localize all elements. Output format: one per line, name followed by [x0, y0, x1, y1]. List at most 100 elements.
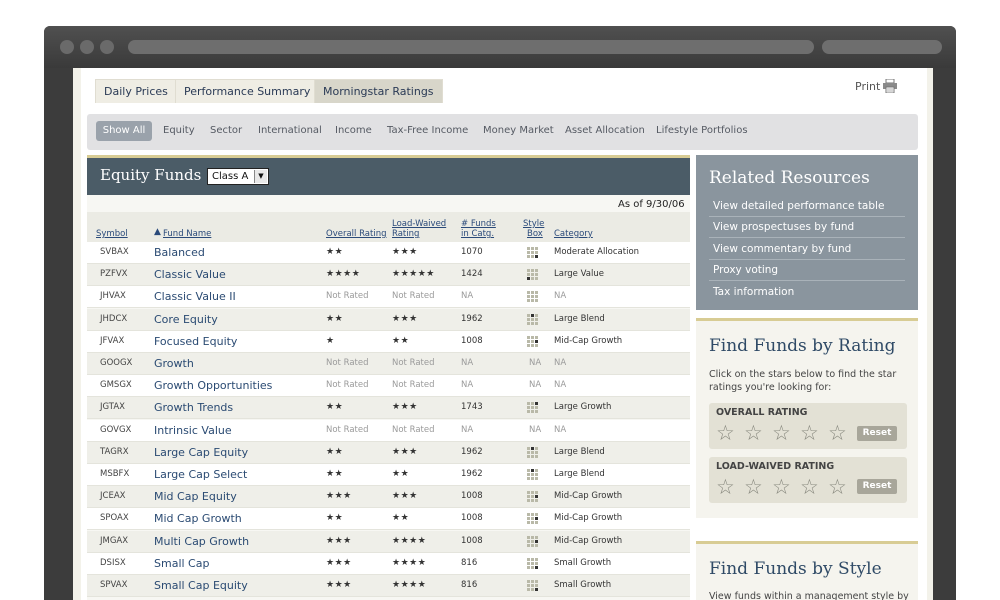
- subnav-sector[interactable]: Sector: [210, 125, 242, 136]
- printer-icon[interactable]: [882, 79, 898, 93]
- header-category[interactable]: Category: [554, 229, 593, 239]
- fund-name-link[interactable]: Multi Cap Growth: [154, 535, 249, 548]
- funds-in-category: NA: [461, 358, 474, 368]
- share-class-select[interactable]: Class A ▼: [207, 168, 269, 185]
- fund-name-link[interactable]: Classic Value: [154, 268, 226, 281]
- link-proxy-voting[interactable]: Proxy voting: [713, 264, 778, 276]
- load-waived-rating: Not Rated: [392, 380, 435, 391]
- link-tax-information[interactable]: Tax information: [713, 286, 794, 298]
- subnav-equity[interactable]: Equity: [163, 125, 195, 136]
- browser-search-bar[interactable]: [822, 40, 942, 54]
- fund-symbol: JGTAX: [100, 402, 125, 413]
- header-style[interactable]: Style: [523, 219, 544, 229]
- load-star-3-icon[interactable]: ☆: [772, 477, 791, 498]
- fund-category: NA: [554, 291, 567, 302]
- fund-name-link[interactable]: Mid Cap Growth: [154, 512, 242, 525]
- divider: [709, 259, 905, 260]
- overall-rating: ★★★: [326, 491, 352, 502]
- window-maximize-dot[interactable]: [100, 40, 114, 54]
- header-overall-rating[interactable]: Overall Rating: [326, 229, 386, 239]
- load-star-5-icon[interactable]: ☆: [828, 477, 847, 498]
- load-waived-rating: ★★★★: [392, 535, 427, 546]
- subnav-asset-allocation[interactable]: Asset Allocation: [565, 125, 645, 136]
- print-link[interactable]: Print: [855, 80, 880, 93]
- load-waived-rating: Not Rated: [392, 358, 435, 368]
- subnav-tax-free-income[interactable]: Tax-Free Income: [387, 125, 468, 136]
- header-load-waived-rating[interactable]: Rating: [392, 229, 419, 239]
- load-star-2-icon[interactable]: ☆: [744, 477, 763, 498]
- fund-symbol: SVBAX: [100, 247, 129, 257]
- divider: [709, 280, 905, 281]
- fund-name-link[interactable]: Core Equity: [154, 313, 218, 326]
- overall-star-4-icon[interactable]: ☆: [800, 423, 819, 444]
- fund-name-link[interactable]: Large Cap Equity: [154, 446, 248, 459]
- overall-reset-button[interactable]: Reset: [857, 426, 897, 441]
- header-box[interactable]: Box: [527, 229, 543, 239]
- subnav-lifestyle-portfolios[interactable]: Lifestyle Portfolios: [656, 125, 748, 136]
- header-load-waived[interactable]: Load-Waived: [392, 219, 446, 229]
- sort-asc-icon[interactable]: ▲: [154, 227, 161, 237]
- link-commentary[interactable]: View commentary by fund: [713, 243, 851, 255]
- overall-star-3-icon[interactable]: ☆: [772, 423, 791, 444]
- link-prospectuses[interactable]: View prospectuses by fund: [713, 221, 854, 233]
- overall-rating-label: OVERALL RATING: [716, 407, 808, 418]
- overall-star-1-icon[interactable]: ☆: [716, 423, 735, 444]
- window-minimize-dot[interactable]: [80, 40, 94, 54]
- fund-name-link[interactable]: Mid Cap Equity: [154, 490, 237, 503]
- style-box-icon: [527, 335, 539, 348]
- table-row: JMGAX Multi Cap Growth ★★★ ★★★★ 1008 Mid-Cap …: [87, 530, 690, 553]
- fund-category: Large Growth: [554, 402, 612, 413]
- funds-in-category: 1743: [461, 402, 483, 413]
- fund-name-link[interactable]: Growth Trends: [154, 401, 233, 414]
- header-fund-name[interactable]: Fund Name: [163, 229, 211, 239]
- style-box-icon: [527, 469, 539, 481]
- load-star-4-icon[interactable]: ☆: [800, 477, 819, 498]
- fund-name-link[interactable]: Focused Equity: [154, 335, 237, 348]
- chevron-down-icon[interactable]: ▼: [254, 170, 267, 183]
- load-waived-rating: ★★★: [392, 313, 418, 324]
- fund-name-link[interactable]: Large Cap Select: [154, 468, 247, 481]
- subnav-income[interactable]: Income: [335, 125, 372, 136]
- fund-category: Mid-Cap Growth: [554, 513, 623, 524]
- fund-name-link[interactable]: Growth: [154, 357, 194, 370]
- tab-daily-prices[interactable]: Daily Prices: [95, 79, 177, 103]
- equity-funds-title: Equity Funds: [100, 166, 202, 184]
- window-close-dot[interactable]: [60, 40, 74, 54]
- link-detailed-performance[interactable]: View detailed performance table: [713, 200, 884, 212]
- tab-morningstar-ratings[interactable]: Morningstar Ratings: [314, 79, 443, 103]
- fund-name-link[interactable]: Balanced: [154, 246, 205, 259]
- fund-symbol: JFVAX: [100, 335, 125, 346]
- funds-in-category: 1962: [461, 446, 483, 457]
- overall-star-2-icon[interactable]: ☆: [744, 423, 763, 444]
- header-symbol[interactable]: Symbol: [96, 229, 128, 239]
- fund-name-link[interactable]: Small Cap Equity: [154, 579, 248, 592]
- load-waived-reset-button[interactable]: Reset: [857, 479, 897, 494]
- overall-rating: ★★: [326, 446, 344, 457]
- address-bar[interactable]: [128, 40, 814, 54]
- style-box-icon: [527, 247, 539, 259]
- find-by-style-description: View funds within a management style by: [709, 591, 909, 600]
- load-star-1-icon[interactable]: ☆: [716, 477, 735, 498]
- style-box-icon: [527, 580, 539, 592]
- header-in-category[interactable]: in Catg.: [461, 229, 494, 239]
- style-box-na: NA: [529, 358, 542, 368]
- fund-name-link[interactable]: Classic Value II: [154, 290, 236, 303]
- overall-rating: Not Rated: [326, 380, 369, 391]
- funds-in-category: NA: [461, 380, 474, 391]
- fund-name-link[interactable]: Intrinsic Value: [154, 424, 232, 437]
- tab-performance-summary[interactable]: Performance Summary: [175, 79, 320, 103]
- header-num-funds[interactable]: # Funds: [461, 219, 496, 229]
- overall-star-5-icon[interactable]: ☆: [828, 423, 847, 444]
- subnav-money-market[interactable]: Money Market: [483, 125, 554, 136]
- load-waived-rating: ★★: [392, 335, 410, 346]
- funds-in-category: 1962: [461, 313, 483, 324]
- fund-name-link[interactable]: Growth Opportunities: [154, 379, 272, 392]
- overall-rating: ★★: [326, 313, 344, 324]
- table-row: JHVAX Classic Value II Not Rated Not Rated N…: [87, 286, 690, 309]
- overall-rating: Not Rated: [326, 291, 369, 302]
- fund-name-link[interactable]: Small Cap: [154, 557, 209, 570]
- subnav-international[interactable]: International: [258, 125, 322, 136]
- subnav-show-all[interactable]: Show All: [96, 121, 152, 141]
- funds-in-category: 1008: [461, 535, 483, 546]
- fund-category: NA: [554, 358, 567, 368]
